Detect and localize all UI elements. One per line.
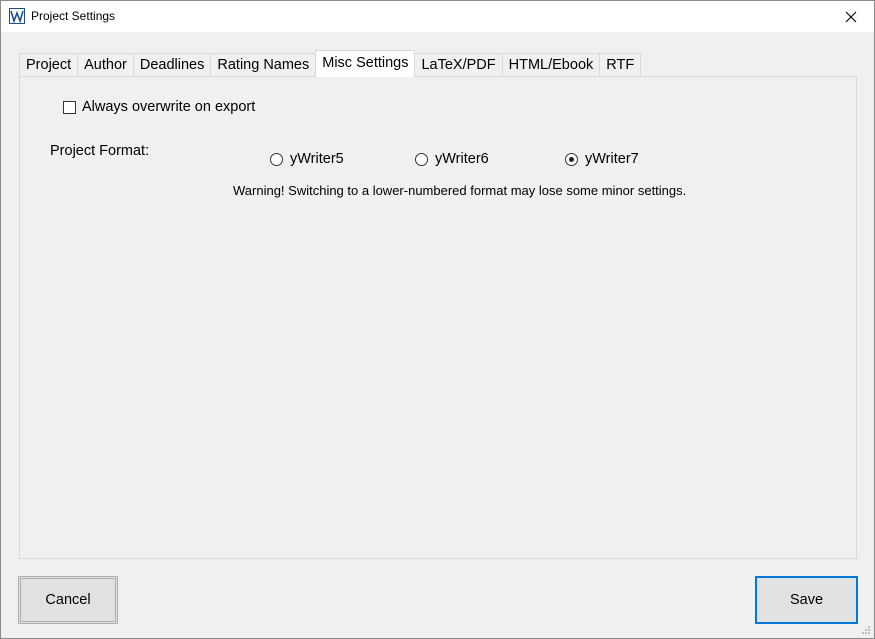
tab-rating-names[interactable]: Rating Names	[210, 53, 317, 76]
overwrite-checkbox[interactable]	[63, 100, 76, 114]
close-button[interactable]	[828, 1, 874, 32]
overwrite-checkbox-row[interactable]: Always overwrite on export	[63, 99, 255, 115]
tab-misc-settings[interactable]: Misc Settings	[315, 50, 416, 77]
tab-html-ebook[interactable]: HTML/Ebook	[501, 53, 601, 76]
tab-rtf[interactable]: RTF	[599, 53, 642, 76]
format-option-ywriter5[interactable]: yWriter5	[270, 151, 344, 167]
ywriter6-radio[interactable]	[415, 152, 428, 166]
save-button[interactable]: Save	[755, 576, 858, 624]
title-bar[interactable]: Project Settings	[1, 1, 874, 32]
format-option-ywriter6[interactable]: yWriter6	[415, 151, 489, 167]
window-title: Project Settings	[31, 9, 116, 23]
overwrite-label: Always overwrite on export	[82, 99, 256, 115]
close-icon	[845, 11, 857, 22]
format-option-ywriter7[interactable]: yWriter7	[565, 151, 639, 167]
ywriter7-radio[interactable]	[565, 152, 578, 166]
ywriter7-label: yWriter7	[585, 151, 639, 167]
tab-strip: Project Author Deadlines Rating Names Mi…	[19, 50, 642, 77]
ywriter5-label: yWriter5	[290, 151, 344, 167]
tab-deadlines[interactable]: Deadlines	[132, 53, 212, 76]
project-format-label: Project Format:	[50, 143, 150, 159]
tab-author[interactable]: Author	[77, 53, 134, 76]
ywriter5-radio[interactable]	[270, 152, 283, 166]
ywriter6-label: yWriter6	[435, 151, 489, 167]
tab-project[interactable]: Project	[19, 53, 79, 76]
misc-settings-panel: Always overwrite on export Project Forma…	[19, 76, 857, 559]
resize-grip-icon[interactable]	[861, 625, 871, 635]
tab-latex-pdf[interactable]: LaTeX/PDF	[414, 53, 503, 76]
cancel-button[interactable]: Cancel	[18, 576, 118, 624]
project-settings-window: Project Settings Project Author Deadline…	[0, 0, 875, 639]
format-warning-text: Warning! Switching to a lower-numbered f…	[233, 183, 687, 198]
ywriter-app-icon	[9, 8, 25, 24]
